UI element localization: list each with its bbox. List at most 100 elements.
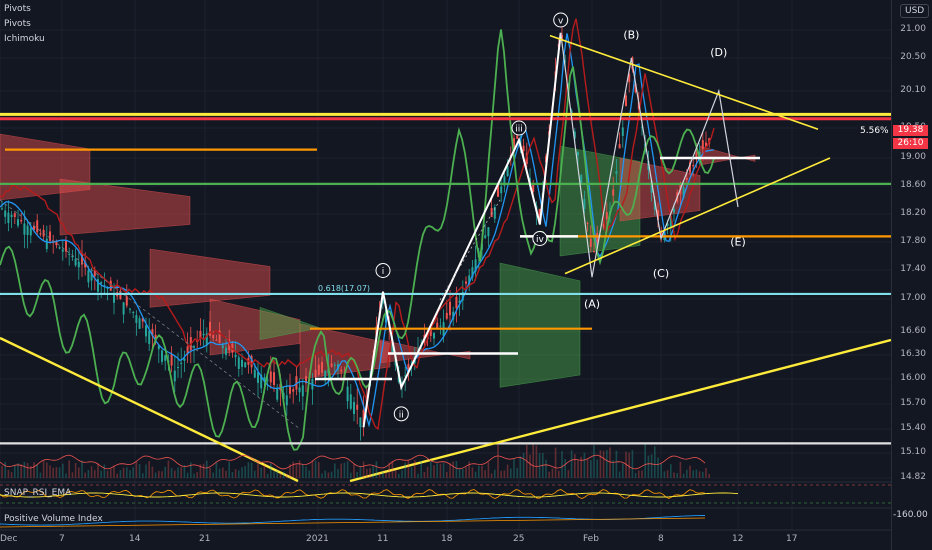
cloud-band: [499, 262, 581, 388]
candle-body: [349, 394, 352, 409]
candle-body: [298, 387, 301, 393]
candle-body: [237, 357, 240, 369]
price-tick: 20.10: [900, 85, 926, 95]
candle-body: [122, 302, 125, 315]
price-chart[interactable]: 0.618(17.07) iiiiiiivv(A)(B)(C)(D)(E): [0, 0, 932, 550]
candle-body: [7, 212, 10, 224]
cloud-band: [59, 178, 191, 236]
candle-body: [180, 362, 183, 364]
candle-body: [173, 370, 176, 382]
currency-badge[interactable]: USD: [900, 4, 930, 18]
candle-body: [29, 227, 32, 236]
candle-body: [292, 389, 295, 392]
candle-body: [333, 364, 336, 366]
time-tick: 2021: [306, 534, 329, 544]
time-tick: Feb: [583, 534, 599, 544]
price-tick: 21.00: [900, 24, 926, 34]
candle-body: [612, 189, 615, 196]
candle-body: [161, 350, 163, 362]
legend-ichimoku[interactable]: Ichimoku: [4, 34, 45, 44]
price-tick: 16.60: [900, 326, 926, 336]
candle-body: [692, 165, 695, 167]
candle-body: [193, 346, 195, 348]
candle-body: [449, 301, 451, 316]
wave-label: (A): [584, 297, 600, 310]
price-levels: [0, 112, 891, 445]
candle-body: [132, 311, 135, 313]
candle-body: [20, 219, 23, 222]
wave-label: iv: [536, 235, 545, 245]
candle-body: [4, 210, 7, 217]
candle-body: [68, 253, 71, 255]
candle-body: [10, 214, 13, 218]
candle-body: [129, 308, 131, 310]
price-tick: 15.70: [900, 398, 926, 408]
rsi-line: [0, 489, 706, 499]
long-uptrend-line: [349, 338, 892, 483]
candle-body: [241, 359, 243, 367]
candle-body: [465, 281, 467, 284]
price-tick: 16.30: [900, 349, 926, 359]
price-tick: 19.00: [900, 152, 926, 162]
candle-body: [340, 369, 343, 372]
candle-body: [77, 261, 80, 268]
candle-body: [164, 355, 167, 361]
candle-body: [285, 395, 288, 406]
candle-body: [685, 177, 688, 180]
pvi-line: [0, 515, 705, 526]
candle-body: [356, 404, 359, 410]
price-tick: 16.00: [900, 373, 926, 383]
candle-body: [45, 238, 48, 249]
time-tick: 25: [513, 534, 525, 544]
wave-label: iii: [515, 125, 523, 135]
volume-ma: [0, 454, 706, 470]
candle-body: [269, 371, 272, 383]
candle-body: [615, 171, 618, 174]
bar-countdown: 26:10: [893, 138, 928, 149]
candle-body: [445, 312, 448, 319]
candle-body: [487, 227, 490, 237]
wave-label: (D): [710, 46, 727, 59]
candle-body: [577, 152, 579, 156]
candle-body: [135, 315, 138, 323]
candle-body: [433, 332, 435, 339]
candle-body: [253, 369, 256, 378]
wave-label: v: [558, 17, 564, 27]
price-tick: 15.40: [900, 423, 926, 433]
rsi-pane-label[interactable]: SNAP_RSI_EMA: [4, 488, 71, 498]
candle-body: [314, 369, 317, 377]
candle-body: [330, 363, 333, 367]
wave-drawings: 0.618(17.07): [0, 32, 892, 483]
price-tick: 17.80: [900, 236, 926, 246]
wave-label: (B): [623, 28, 639, 41]
candle-body: [324, 370, 327, 378]
candle-body: [170, 354, 173, 366]
time-tick: 17: [786, 534, 798, 544]
candle-body: [65, 240, 67, 252]
legend-pivots-2[interactable]: Pivots: [4, 19, 31, 29]
candle-body: [359, 417, 362, 428]
candle-body: [58, 247, 61, 249]
price-axis[interactable]: [891, 0, 932, 550]
candle-body: [138, 318, 141, 329]
candle-body: [589, 238, 592, 248]
pvi-pane-label[interactable]: Positive Volume Index: [4, 514, 103, 524]
candle-body: [346, 386, 349, 402]
candle-body: [26, 225, 29, 235]
last-price-badge: 19.38: [893, 125, 928, 136]
candle-body: [618, 144, 621, 149]
candle-body: [36, 220, 39, 233]
candle-body: [1, 208, 3, 210]
legend-pivots-1[interactable]: Pivots: [4, 4, 31, 14]
candle-body: [593, 250, 595, 252]
rsi-axis-value: -160.00: [893, 510, 928, 520]
candle-body: [484, 235, 487, 238]
candle-body: [522, 145, 525, 152]
time-tick: 14: [129, 534, 141, 544]
candle-body: [673, 208, 675, 213]
candle-body: [276, 387, 279, 400]
candle-body: [125, 296, 128, 306]
price-tick: 17.40: [900, 264, 926, 274]
candle-body: [455, 296, 458, 309]
change-percent: 5.56%: [858, 126, 891, 136]
